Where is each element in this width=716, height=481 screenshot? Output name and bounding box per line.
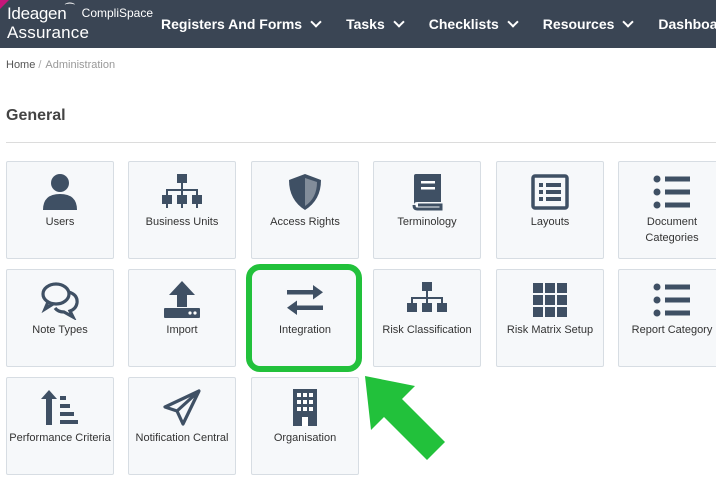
nav-checklists[interactable]: Checklists: [428, 15, 519, 32]
list-alt-icon: [530, 172, 570, 212]
main-nav: Registers And Forms Tasks Checklists Res…: [161, 0, 716, 48]
book-icon: [407, 172, 447, 212]
tile-label: Report Category: [631, 324, 713, 336]
section-divider: [6, 142, 716, 143]
nav-label: Tasks: [346, 16, 385, 32]
tile-label: Document Categories: [645, 216, 699, 244]
list-icon: [652, 280, 692, 320]
integration-highlight-box: [246, 264, 362, 372]
tile-label: Users: [45, 216, 75, 228]
chevron-down-icon: [507, 15, 519, 28]
tile-risk-matrix-setup[interactable]: Risk Matrix Setup: [496, 269, 604, 367]
logo-brand-sub: CompliSpace: [81, 6, 154, 20]
tile-label: Note Types: [32, 324, 88, 336]
paper-plane-icon: [162, 388, 202, 428]
tile-label: Business Units: [145, 216, 219, 228]
building-icon: [285, 388, 325, 428]
upload-icon: [162, 280, 202, 320]
breadcrumb-home[interactable]: Home: [6, 59, 35, 71]
logo-brand: Ideagen: [7, 4, 67, 23]
tile-import[interactable]: Import: [128, 269, 236, 367]
nav-label: Checklists: [428, 16, 499, 32]
tile-risk-classification[interactable]: Risk Classification: [373, 269, 481, 367]
tile-report-category[interactable]: Report Category: [618, 269, 716, 367]
nav-dashboards[interactable]: Dashboards: [658, 16, 716, 32]
nav-label: Registers And Forms: [161, 16, 303, 32]
logo-product: Assurance: [7, 23, 90, 42]
tile-layouts[interactable]: Layouts: [496, 161, 604, 259]
tile-access-rights[interactable]: Access Rights: [251, 161, 359, 259]
tile-terminology[interactable]: Terminology: [373, 161, 481, 259]
tile-label: Layouts: [530, 216, 570, 228]
tile-label: Risk Classification: [382, 324, 472, 336]
tile-organisation[interactable]: Organisation: [251, 377, 359, 475]
user-icon: [40, 172, 80, 212]
tile-document-categories[interactable]: Document Categories: [618, 161, 716, 259]
section-title: General: [6, 107, 66, 124]
shield-icon: [285, 172, 325, 212]
tile-notification-central[interactable]: Notification Central: [128, 377, 236, 475]
nav-label: Dashboards: [658, 16, 716, 32]
list-icon: [652, 172, 692, 212]
grid-icon: [530, 280, 570, 320]
breadcrumb: Home / Administration: [6, 59, 115, 71]
tile-label: Risk Matrix Setup: [506, 324, 594, 336]
tile-label: Performance Criteria: [9, 432, 111, 444]
tile-label: Import: [166, 324, 198, 336]
comments-icon: [40, 280, 80, 320]
tile-users[interactable]: Users: [6, 161, 114, 259]
chevron-down-icon: [393, 15, 405, 28]
tile-label: Access Rights: [270, 216, 340, 228]
tile-performance-criteria[interactable]: Performance Criteria: [6, 377, 114, 475]
sitemap-icon: [407, 280, 447, 320]
tile-business-units[interactable]: Business Units: [128, 161, 236, 259]
breadcrumb-separator: /: [38, 59, 42, 71]
nav-registers-and-forms[interactable]: Registers And Forms: [161, 15, 322, 32]
nav-label: Resources: [542, 16, 615, 32]
logo-swoosh-icon: ⁀: [65, 4, 75, 16]
breadcrumb-current: Administration: [45, 59, 116, 71]
nav-resources[interactable]: Resources: [542, 15, 635, 32]
tile-label: Notification Central: [135, 432, 229, 444]
org-chart-icon: [162, 172, 202, 212]
tile-label: Terminology: [397, 216, 457, 228]
chevron-down-icon: [310, 15, 322, 28]
pointer-arrow-icon: [355, 368, 455, 468]
app-logo[interactable]: Ideagen⁀ CompliSpace Assurance: [7, 4, 154, 42]
tile-note-types[interactable]: Note Types: [6, 269, 114, 367]
chevron-down-icon: [622, 15, 635, 28]
top-navigation-bar: Ideagen⁀ CompliSpace Assurance Registers…: [0, 0, 716, 48]
sort-amount-icon: [40, 388, 80, 428]
tile-label: Organisation: [273, 432, 337, 444]
nav-tasks[interactable]: Tasks: [346, 15, 405, 32]
